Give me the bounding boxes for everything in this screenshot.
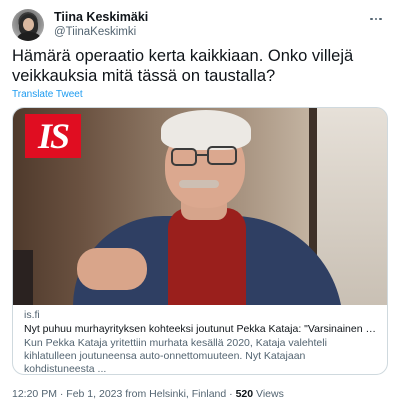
author-names: Tiina Keskimäki @TiinaKeskimki	[54, 10, 148, 40]
avatar[interactable]	[12, 9, 44, 41]
is-logo: IS	[25, 114, 81, 158]
link-card[interactable]: IS is.fi Nyt puhuu murhayrityksen kohtee…	[12, 107, 388, 375]
meta-separator: ·	[59, 388, 64, 400]
card-description: Kun Pekka Kataja yritettiin murhata kesä…	[24, 337, 327, 375]
tweet-header: Tiina Keskimäki @TiinaKeskimki	[12, 8, 392, 42]
tweet-time[interactable]: 12:20 PM	[12, 388, 57, 400]
author-display-name[interactable]: Tiina Keskimäki	[54, 10, 148, 25]
translate-tweet-link[interactable]: Translate Tweet	[12, 89, 83, 100]
tweet: Tiina Keskimäki @TiinaKeskimki Hämärä op…	[0, 0, 404, 408]
card-image: IS	[13, 108, 387, 305]
meta-separator-2: ·	[229, 388, 233, 400]
views-count: 520	[235, 388, 254, 400]
tweet-date-location[interactable]: Feb 1, 2023 from Helsinki, Finland	[66, 388, 226, 400]
card-title: Nyt puhuu murhayrityksen kohteeksi joutu…	[24, 323, 376, 335]
more-options-icon[interactable]	[366, 12, 386, 26]
views-label: Views	[256, 388, 284, 400]
author-handle[interactable]: @TiinaKeskimki	[54, 25, 148, 40]
card-domain: is.fi	[24, 309, 40, 321]
tweet-meta: 12:20 PM · Feb 1, 2023 from Helsinki, Fi…	[12, 388, 284, 400]
card-body: is.fi Nyt puhuu murhayrityksen kohteeksi…	[13, 305, 387, 375]
tweet-text: Hämärä operaatio kerta kaikkiaan. Onko v…	[12, 47, 354, 85]
is-logo-text: IS	[37, 116, 70, 156]
